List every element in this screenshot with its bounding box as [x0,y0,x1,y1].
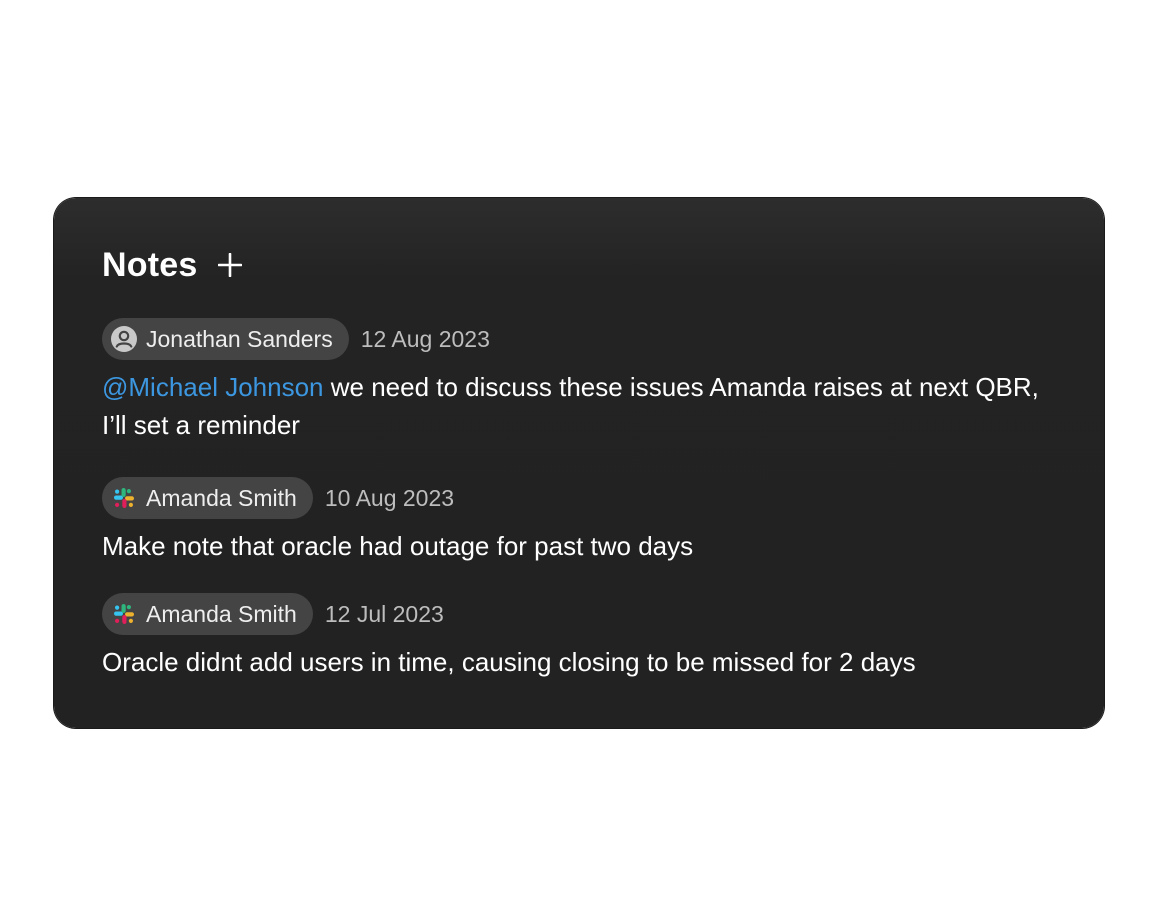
note-text: @Michael Johnson we need to discuss thes… [102,368,1056,444]
plus-icon [218,253,243,277]
note-meta: Amanda Smith 10 Aug 2023 [102,477,1056,519]
slack-icon [114,604,134,624]
author-chip[interactable]: Jonathan Sanders [102,318,349,360]
mention-link[interactable]: @Michael Johnson [102,372,324,402]
author-name: Amanda Smith [146,600,297,627]
note-item: Amanda Smith 12 Jul 2023 Oracle didnt ad… [102,593,1056,681]
notes-header: Notes [102,242,1056,288]
author-name: Amanda Smith [146,484,297,511]
note-date: 12 Jul 2023 [324,600,444,627]
notes-card: Notes Jonathan Sanders 12 Aug 2023 @Mich… [54,198,1104,728]
slack-icon [114,488,134,508]
add-note-button[interactable] [215,250,245,280]
author-chip[interactable]: Amanda Smith [102,593,313,635]
note-item: Jonathan Sanders 12 Aug 2023 @Michael Jo… [102,318,1056,444]
note-meta: Amanda Smith 12 Jul 2023 [102,593,1056,635]
author-name: Jonathan Sanders [146,325,333,352]
person-icon [111,326,137,352]
note-meta: Jonathan Sanders 12 Aug 2023 [102,318,1056,360]
note-date: 12 Aug 2023 [360,325,490,352]
notes-title: Notes [102,245,198,284]
note-text: Oracle didnt add users in time, causing … [102,647,916,677]
note-text: Make note that oracle had outage for pas… [102,531,694,561]
author-chip[interactable]: Amanda Smith [102,477,313,519]
note-item: Amanda Smith 10 Aug 2023 Make note that … [102,477,1056,565]
note-date: 10 Aug 2023 [324,484,455,511]
